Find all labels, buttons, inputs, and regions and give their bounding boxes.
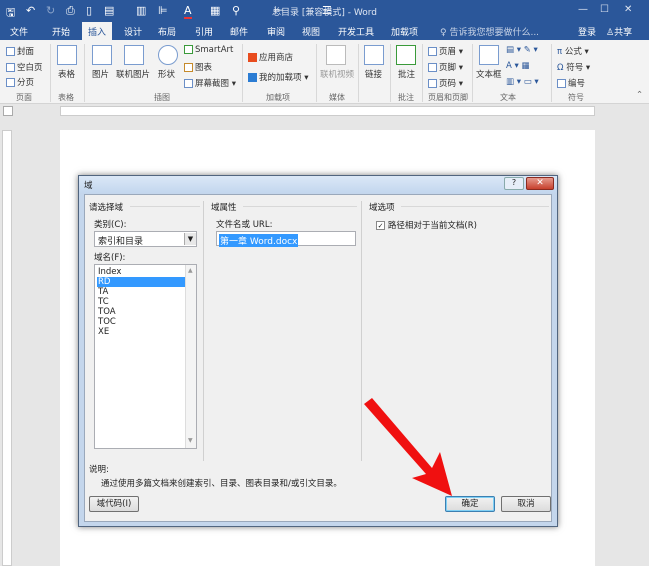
red-arrow-annotation	[364, 398, 452, 496]
